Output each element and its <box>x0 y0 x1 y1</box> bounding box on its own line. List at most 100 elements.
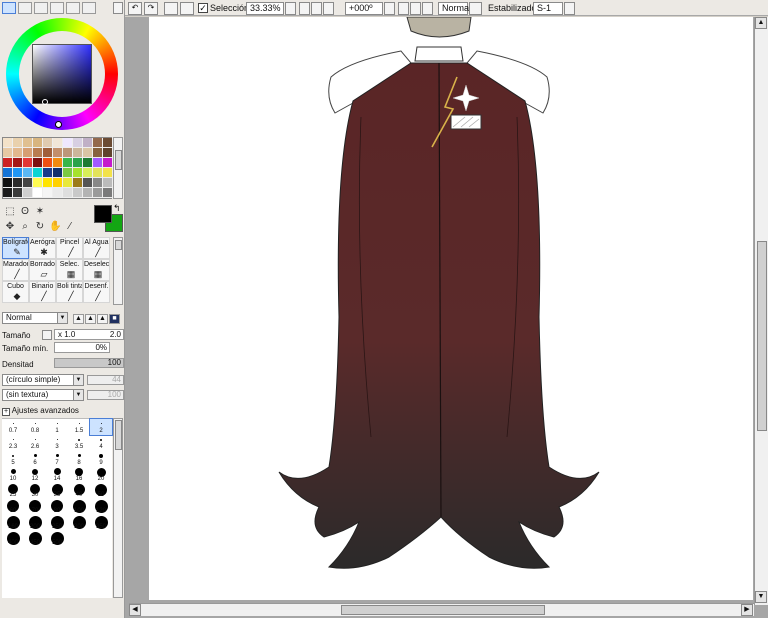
brush-size-option[interactable]: 3 <box>46 435 68 451</box>
rotation-dropdown[interactable] <box>384 2 395 15</box>
swatch[interactable] <box>23 158 33 168</box>
swatch[interactable] <box>23 148 33 158</box>
swatch[interactable] <box>23 188 33 198</box>
scroll-down-icon[interactable]: ▼ <box>755 591 767 603</box>
sv-marker[interactable] <box>42 99 48 105</box>
swatch[interactable] <box>103 138 113 148</box>
texture-strength[interactable]: 100 <box>87 390 124 400</box>
swatch[interactable] <box>83 178 93 188</box>
rotate-cw-button[interactable] <box>410 2 421 15</box>
swatch[interactable] <box>3 158 13 168</box>
deselect-button[interactable] <box>164 2 178 15</box>
selection-checkbox[interactable]: ✓ <box>198 3 208 13</box>
swatch[interactable] <box>53 158 63 168</box>
lasso-icon[interactable]: ʘ <box>19 206 31 218</box>
swatch[interactable] <box>3 178 13 188</box>
rotation-reset-button[interactable] <box>422 2 433 15</box>
swatch[interactable] <box>103 148 113 158</box>
hsv-slider-tab[interactable] <box>34 2 48 14</box>
brush-tool[interactable]: Al Agua ╱ <box>83 237 110 259</box>
swatch[interactable] <box>93 178 103 188</box>
brush-tool[interactable]: Pincel ╱ <box>56 237 83 259</box>
rect-select-icon[interactable]: ⬚ <box>4 206 16 218</box>
swatch[interactable] <box>3 188 13 198</box>
brush-size-option[interactable]: 14 <box>46 467 68 483</box>
swatch[interactable] <box>73 138 83 148</box>
swatch[interactable] <box>93 138 103 148</box>
brush-size-option[interactable]: 120 <box>90 499 112 515</box>
brush-size-option[interactable]: 2.6 <box>24 435 46 451</box>
brush-tool[interactable]: Selec. ▦ <box>56 259 83 281</box>
brush-size-option[interactable]: 25 <box>2 483 24 499</box>
size-field[interactable]: x 1.0 2.0 <box>54 329 124 340</box>
swatch[interactable] <box>93 148 103 158</box>
brush-size-option[interactable]: 8 <box>68 451 90 467</box>
density-slider[interactable]: 100 <box>54 358 124 368</box>
brush-tool[interactable]: Deselec. ▦ <box>83 259 110 281</box>
color-wheel-tab[interactable] <box>2 2 16 14</box>
brush-size-option[interactable]: 500 <box>46 531 68 547</box>
brush-texture-select[interactable]: (sin textura) ▼ <box>2 389 84 401</box>
brush-tool[interactable]: Borrador ▱ <box>29 259 56 281</box>
swatch[interactable] <box>43 138 53 148</box>
brush-tool[interactable]: Desenf. ╱ <box>83 281 110 303</box>
swatch[interactable] <box>63 178 73 188</box>
swatch[interactable] <box>53 138 63 148</box>
swatch[interactable] <box>3 148 13 158</box>
swatch[interactable] <box>33 138 43 148</box>
brush-size-option[interactable]: 250 <box>46 515 68 531</box>
swatch[interactable] <box>83 188 93 198</box>
brush-shape-hard[interactable]: ▲ <box>73 314 84 324</box>
brush-size-option[interactable]: 160 <box>2 515 24 531</box>
brush-size-option[interactable]: 3.5 <box>68 435 90 451</box>
zoom-out-button[interactable] <box>299 2 310 15</box>
swatch[interactable] <box>63 168 73 178</box>
swatch[interactable] <box>83 148 93 158</box>
saturation-value-square[interactable] <box>32 44 92 104</box>
brush-size-option[interactable]: 80 <box>46 499 68 515</box>
swatch[interactable] <box>83 158 93 168</box>
swatch[interactable] <box>13 168 23 178</box>
swatch[interactable] <box>3 168 13 178</box>
swatch[interactable] <box>33 168 43 178</box>
swatch[interactable] <box>83 138 93 148</box>
brush-shape-mid[interactable]: ▲ <box>85 314 96 324</box>
canvas-vertical-scrollbar[interactable]: ▲ ▼ <box>754 17 768 605</box>
swatch[interactable] <box>13 158 23 168</box>
swatch[interactable] <box>13 178 23 188</box>
swatch[interactable] <box>103 178 113 188</box>
brush-shape-soft[interactable]: ▲ <box>97 314 108 324</box>
swatch[interactable] <box>43 178 53 188</box>
zoom-icon[interactable]: ⌕ <box>19 221 31 233</box>
swatch[interactable] <box>53 188 63 198</box>
size-multiplier-button[interactable] <box>42 330 52 340</box>
brush-size-option[interactable]: 40 <box>68 483 90 499</box>
brush-size-option[interactable]: 400 <box>2 531 24 547</box>
swatch[interactable] <box>43 168 53 178</box>
brush-size-option[interactable]: 2 <box>89 418 113 436</box>
min-size-field[interactable]: 0% <box>54 342 110 353</box>
swatch[interactable] <box>103 168 113 178</box>
swatch[interactable] <box>63 138 73 148</box>
swatch[interactable] <box>93 168 103 178</box>
swatch[interactable] <box>13 148 23 158</box>
rotate-ccw-button[interactable] <box>398 2 409 15</box>
swatch[interactable] <box>13 138 23 148</box>
rgb-slider-tab[interactable] <box>18 2 32 14</box>
mixer-tab[interactable] <box>50 2 64 14</box>
swatch[interactable] <box>63 148 73 158</box>
brush-shape-flat[interactable]: ■ <box>109 314 120 324</box>
brush-size-option[interactable]: 1.5 <box>68 419 90 435</box>
canvas-horizontal-scrollbar[interactable]: ◀ ▶ <box>129 603 754 616</box>
undo-button[interactable]: ↶ <box>128 2 142 15</box>
brush-tool[interactable]: Marador ╱ <box>2 259 29 281</box>
redo-button[interactable]: ↷ <box>144 2 158 15</box>
advanced-settings-toggle[interactable]: + Ajustes avanzados <box>2 405 79 416</box>
swatch[interactable] <box>63 158 73 168</box>
swatch[interactable] <box>53 148 63 158</box>
swatch[interactable] <box>73 168 83 178</box>
swatch[interactable] <box>93 158 103 168</box>
rotate-icon[interactable]: ↻ <box>34 221 46 233</box>
swatch[interactable] <box>43 148 53 158</box>
swatch[interactable] <box>103 158 113 168</box>
